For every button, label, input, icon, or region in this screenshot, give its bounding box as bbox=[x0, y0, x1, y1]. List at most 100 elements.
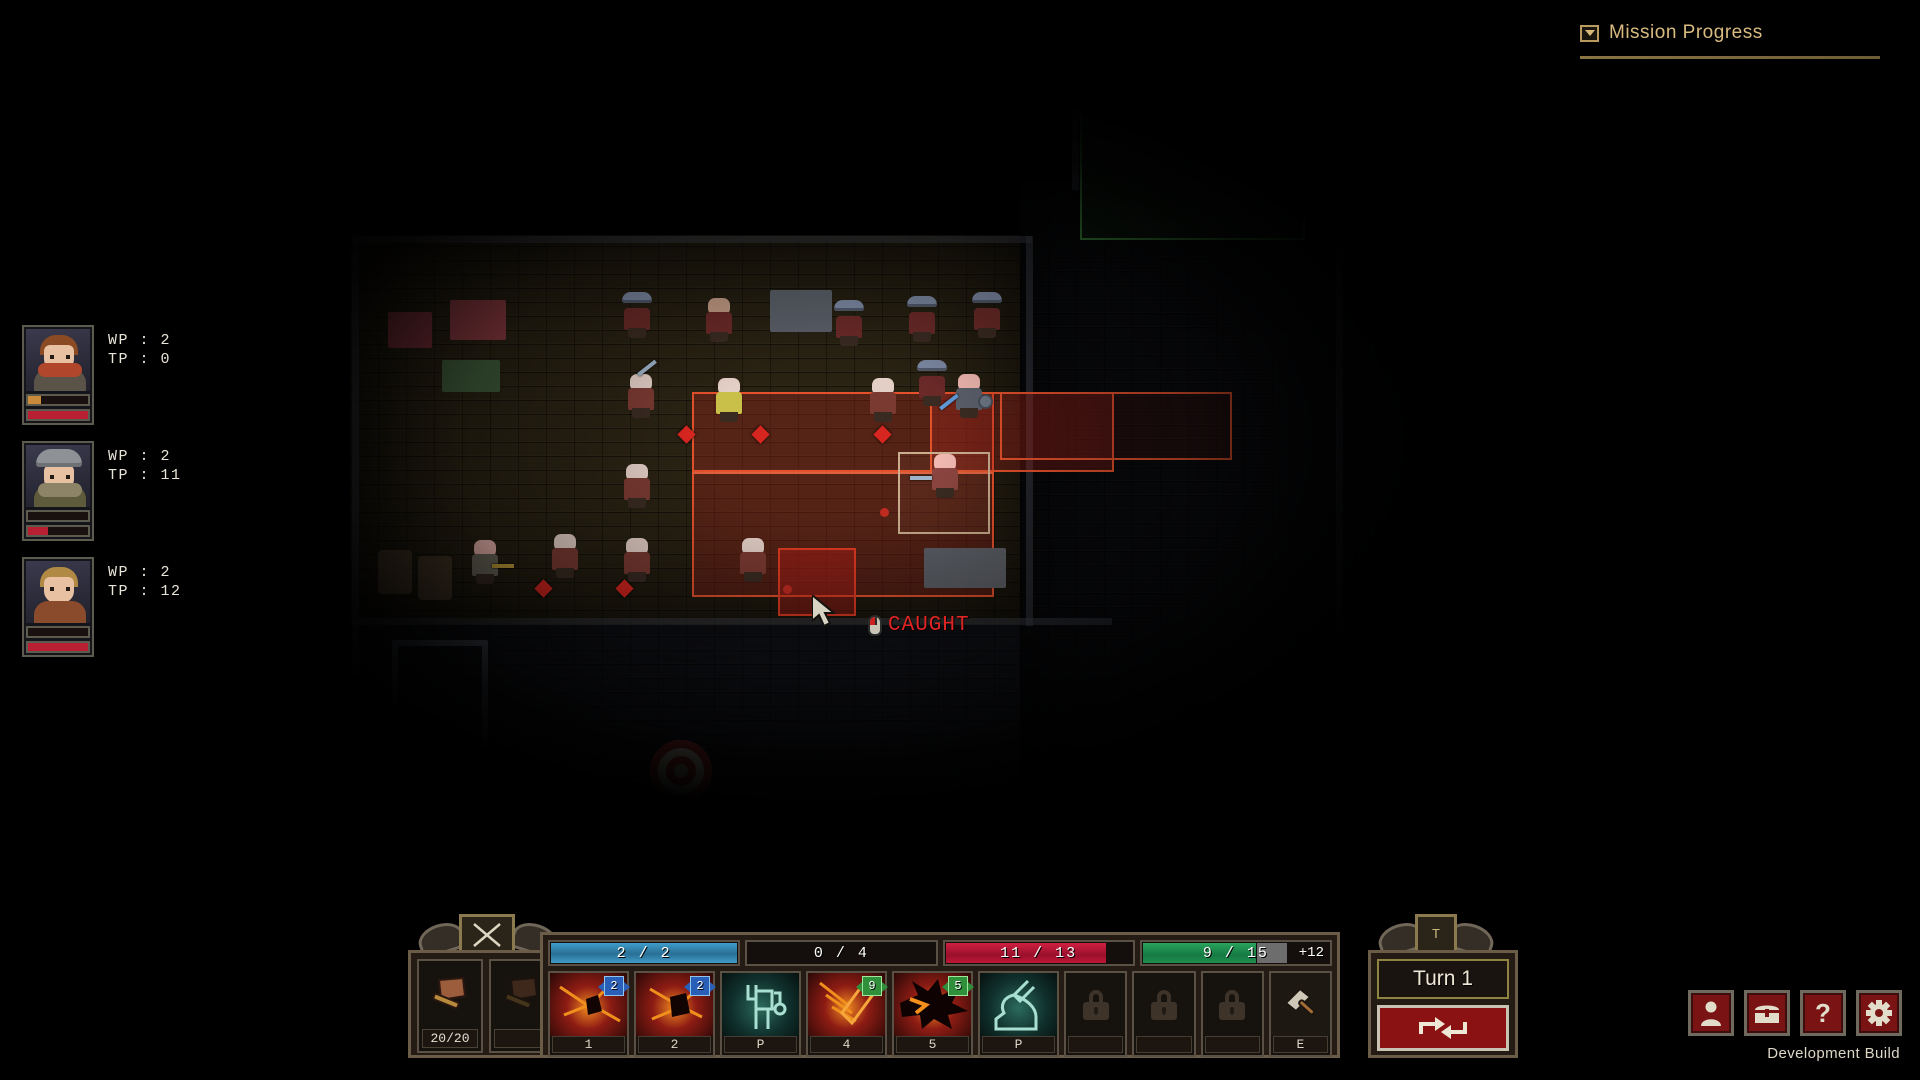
turn-counter-label: Turn 1 bbox=[1377, 959, 1509, 999]
unit-sprite[interactable] bbox=[620, 536, 654, 582]
portrait-blonde-coat bbox=[26, 561, 90, 623]
ability-panel: 2 / 2 0 / 4 11 / 13 9 / 15 +12 2 1 2 2 P… bbox=[540, 932, 1340, 1058]
map-prop-target bbox=[650, 740, 712, 802]
end-turn-loop-icon bbox=[1419, 1017, 1467, 1039]
health-label: 11 / 13 bbox=[1000, 944, 1078, 962]
ability-hotkey: 4 bbox=[810, 1036, 883, 1053]
map-wall bbox=[352, 235, 359, 875]
character-icon bbox=[1701, 1001, 1721, 1026]
unit-sprite[interactable] bbox=[736, 536, 770, 582]
action-points-bar: 2 / 2 bbox=[548, 940, 741, 966]
end-turn-button[interactable] bbox=[1377, 1005, 1509, 1051]
system-button-bar: ? bbox=[1688, 990, 1902, 1036]
map-prop-barrel bbox=[418, 556, 452, 600]
ability-hotkey bbox=[1204, 1036, 1260, 1053]
ability-slot-7-locked[interactable] bbox=[1064, 971, 1128, 1057]
avatar[interactable] bbox=[22, 557, 94, 657]
party-member-stats: WP : 2 TP : 11 bbox=[108, 447, 182, 485]
unit-sprite[interactable] bbox=[620, 462, 654, 508]
game-map[interactable]: CAUGHT bbox=[0, 0, 1920, 1080]
ability-slot-1[interactable]: 2 1 bbox=[548, 971, 630, 1057]
health-bar bbox=[26, 409, 90, 421]
ability-slot-6[interactable]: P bbox=[978, 971, 1059, 1057]
character-button[interactable] bbox=[1688, 990, 1734, 1036]
ability-cost-badge: 9 bbox=[856, 976, 888, 996]
unit-sprite[interactable] bbox=[624, 359, 658, 418]
lock-icon bbox=[1203, 973, 1262, 1036]
unit-sprite[interactable] bbox=[866, 376, 900, 422]
ability-slot-8-locked[interactable] bbox=[1132, 971, 1196, 1057]
map-wall bbox=[1336, 10, 1343, 870]
action-points-label: 2 / 2 bbox=[616, 944, 672, 962]
avatar[interactable] bbox=[22, 441, 94, 541]
unit-sprite[interactable] bbox=[905, 296, 939, 342]
ability-cost-badge: 2 bbox=[598, 976, 630, 996]
settings-button[interactable] bbox=[1856, 990, 1902, 1036]
ability-cost-badge: 5 bbox=[942, 976, 974, 996]
ability-slot-3[interactable]: P bbox=[720, 971, 801, 1057]
unit-sprite[interactable] bbox=[832, 300, 866, 346]
map-wall bbox=[1072, 10, 1192, 17]
caught-tooltip: CAUGHT bbox=[868, 614, 970, 637]
chest-icon bbox=[1753, 1005, 1781, 1023]
game-screen: CAUGHT Mission Progress WP: 2 TP: 0 WP… bbox=[0, 0, 1920, 1080]
stamina-bar: 9 / 15 +12 bbox=[1139, 940, 1332, 966]
party-member-stats: WP : 2 TP : 12 bbox=[108, 563, 182, 601]
player-unit-sprite[interactable] bbox=[939, 372, 993, 418]
question-icon: ? bbox=[1815, 997, 1831, 1028]
ability-hotkey: 5 bbox=[896, 1036, 969, 1053]
help-button[interactable]: ? bbox=[1800, 990, 1846, 1036]
map-wall bbox=[770, 830, 1470, 837]
health-bar bbox=[26, 525, 90, 537]
party-panel: WP : 2 TP : 0 WP : 2 TP : 11 WP: 2 TP:… bbox=[22, 325, 252, 673]
chevron-down-icon[interactable] bbox=[1580, 24, 1599, 42]
mission-progress-panel[interactable]: Mission Progress bbox=[1580, 22, 1880, 59]
ability-hotkey bbox=[1068, 1036, 1124, 1053]
ability-slot-equip[interactable]: E bbox=[1268, 971, 1332, 1057]
ability-hotkey bbox=[1136, 1036, 1192, 1053]
wp-label: WP : 2 bbox=[108, 448, 172, 465]
ability-slot-5[interactable]: 5 5 bbox=[892, 971, 974, 1057]
map-wall bbox=[1072, 10, 1079, 190]
health-bar bbox=[26, 641, 90, 653]
divider bbox=[1580, 56, 1880, 59]
party-member-row[interactable]: WP : 2 TP : 11 bbox=[22, 441, 252, 551]
unit-sprite[interactable] bbox=[548, 532, 582, 578]
resolve-bar bbox=[26, 510, 90, 522]
player-unit-sprite[interactable] bbox=[910, 452, 962, 498]
inventory-button[interactable] bbox=[1744, 990, 1790, 1036]
weapon-slot-primary[interactable]: 20/20 bbox=[417, 959, 483, 1053]
hammer-tool-icon bbox=[1270, 973, 1330, 1036]
map-prop-crate bbox=[450, 300, 506, 340]
player-unit-sprite[interactable] bbox=[468, 538, 514, 584]
turn-panel: Turn 1 bbox=[1368, 950, 1518, 1058]
map-room-south-bay bbox=[990, 820, 1470, 940]
ability-slot-4[interactable]: 9 4 bbox=[806, 971, 888, 1057]
unit-sprite[interactable] bbox=[712, 376, 746, 422]
party-member-row[interactable]: WP : 2 TP : 12 bbox=[22, 557, 252, 667]
tp-label: TP : 11 bbox=[108, 467, 182, 484]
ability-hotkey: P bbox=[724, 1036, 797, 1053]
gear-icon bbox=[1866, 1000, 1892, 1026]
unit-sprite[interactable] bbox=[915, 360, 949, 406]
ability-hotkey: 1 bbox=[552, 1036, 625, 1053]
ability-hotkey: E bbox=[1272, 1036, 1328, 1053]
wp-label: WP : 2 bbox=[108, 564, 172, 581]
avatar[interactable] bbox=[22, 325, 94, 425]
ability-slot-9-locked[interactable] bbox=[1200, 971, 1264, 1057]
ability-slot-2[interactable]: 2 2 bbox=[634, 971, 716, 1057]
party-member-row[interactable]: WP : 2 TP : 0 bbox=[22, 325, 252, 435]
cleaver-weapon-icon bbox=[419, 961, 481, 1029]
health-bar: 11 / 13 bbox=[942, 940, 1135, 966]
map-prop-ladder bbox=[392, 640, 488, 750]
weapon-durability: 20/20 bbox=[422, 1029, 478, 1048]
secondary-points-bar: 0 / 4 bbox=[745, 940, 938, 966]
unit-sprite[interactable] bbox=[702, 296, 736, 342]
portrait-helmet-soldier bbox=[26, 445, 90, 507]
turn-marker-label: T bbox=[1431, 927, 1441, 943]
unit-sprite[interactable] bbox=[620, 292, 654, 338]
build-label: Development Build bbox=[1767, 1045, 1900, 1062]
unit-sprite[interactable] bbox=[970, 292, 1004, 338]
mouse-left-click-icon bbox=[868, 615, 882, 636]
map-wall bbox=[352, 618, 1112, 625]
